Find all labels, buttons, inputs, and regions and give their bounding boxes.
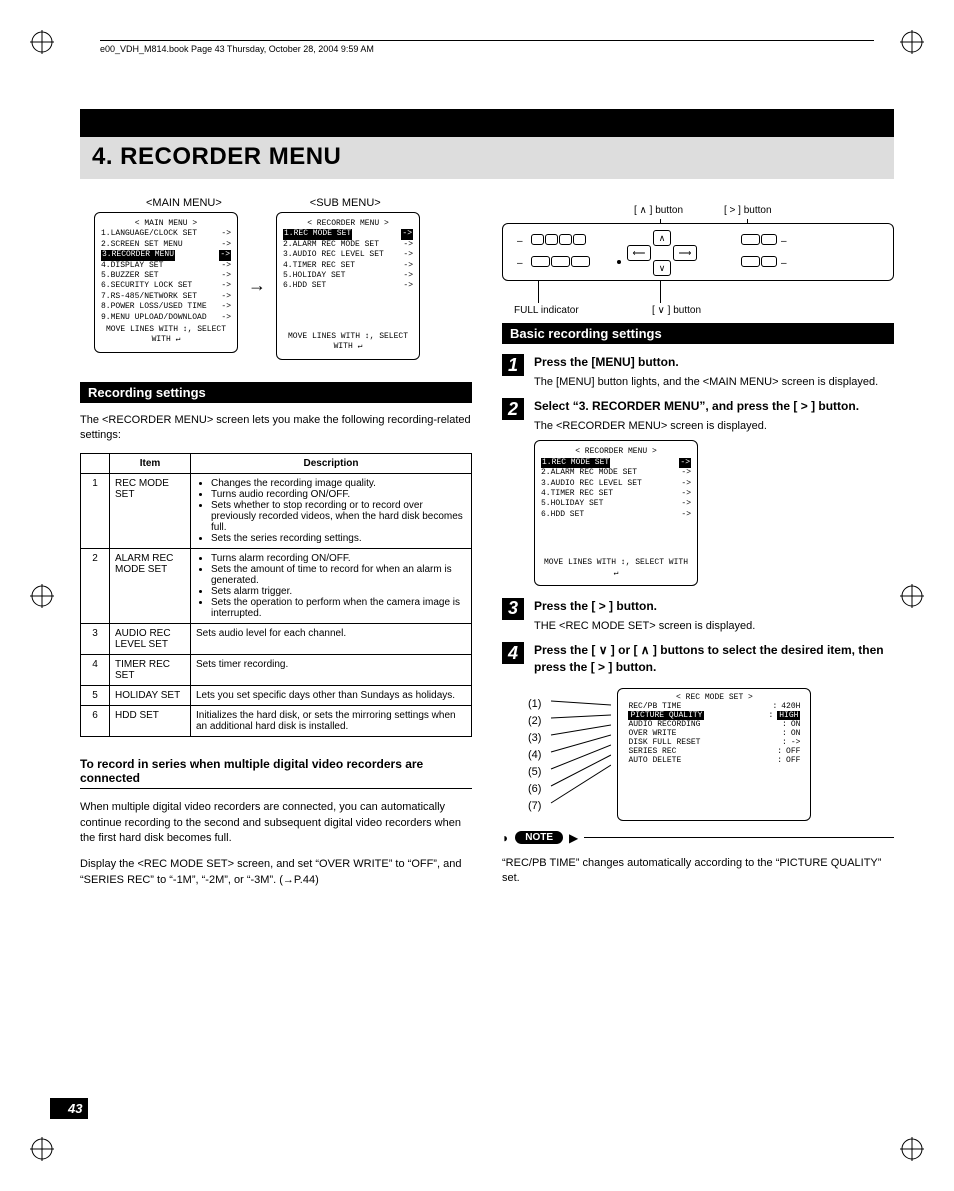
page-number: 43 (50, 1098, 88, 1119)
main-menu-label: <MAIN MENU> (146, 197, 222, 209)
up-button-label: [ ∧ ] button (634, 205, 683, 216)
step-body-text: THE <REC MODE SET> screen is displayed. (534, 619, 894, 634)
rec-mode-row: REC/PB TIME:420H (624, 702, 804, 711)
menu-footer: MOVE LINES WITH ↕, SELECT WITH ↵ (283, 332, 413, 353)
main-menu-box: < MAIN MENU > 1.LANGUAGE/CLOCK SET->2.SC… (94, 212, 238, 353)
section-header: Basic recording settings (502, 323, 894, 344)
step: 4 Press the [ ∨ ] or [ ∧ ] buttons to sel… (502, 642, 894, 680)
menu-item: 1.LANGUAGE/CLOCK SET-> (101, 229, 231, 239)
note-right-caret-icon: ▶ (569, 831, 578, 845)
menu-item: 6.HDD SET-> (283, 281, 413, 291)
step-body-text: The <RECORDER MENU> screen is displayed. (534, 419, 894, 434)
up-button[interactable]: ∧ (653, 230, 671, 246)
rec-mode-row: PICTURE QUALITY:HIGH (624, 711, 804, 720)
table-row: 4TIMER REC SETSets timer recording. (81, 655, 472, 686)
callout-numbers: (1)(2)(3)(4)(5)(6)(7) (528, 688, 541, 821)
rec-mode-row: AUDIO RECORDING:ON (624, 720, 804, 729)
step-body-text: The [MENU] button lights, and the <MAIN … (534, 375, 894, 390)
crop-mark-icon (900, 584, 924, 608)
th-item: Item (110, 454, 191, 474)
step-number: 3 (502, 598, 524, 620)
crop-mark-icon (30, 30, 54, 54)
callout-lines-icon (547, 688, 611, 818)
full-indicator-label: FULL indicator (514, 305, 579, 316)
menu-item: 8.POWER LOSS/USED TIME-> (101, 302, 231, 312)
step-number: 1 (502, 354, 524, 376)
note-left-caret-icon: ◗ (502, 831, 509, 845)
header-strip: e00_VDH_M814.book Page 43 Thursday, Octo… (100, 40, 874, 54)
page-title: 4. RECORDER MENU (92, 143, 882, 171)
panel-diagram: – – ∧ ∨ ⟵ ⟶ – (502, 223, 894, 281)
crop-mark-icon (30, 584, 54, 608)
intro-text: The <RECORDER MENU> screen lets you make… (80, 413, 472, 444)
left-column: <MAIN MENU> <SUB MENU> < MAIN MENU > 1.L… (80, 197, 472, 899)
menu-item: 2.SCREEN SET MENU-> (101, 240, 231, 250)
para-1: When multiple digital video recorders ar… (80, 800, 472, 846)
step: 3 Press the [ > ] button. THE <REC MODE SE… (502, 598, 894, 634)
down-button[interactable]: ∨ (653, 260, 671, 276)
table-row: 6HDD SETInitializes the hard disk, or se… (81, 706, 472, 737)
right-button-label: [ > ] button (724, 205, 772, 216)
crop-mark-icon (900, 1137, 924, 1161)
menu-item: 4.DISPLAY SET-> (101, 261, 231, 271)
main-menu-title: < MAIN MENU > (101, 219, 231, 229)
arrow-right-icon: → (248, 275, 266, 296)
rec-mode-row: DISK FULL RESET:-> (624, 738, 804, 747)
table-row: 3AUDIO REC LEVEL SETSets audio level for… (81, 624, 472, 655)
down-button-label: [ ∨ ] button (652, 305, 701, 316)
menu-item: 5.HOLIDAY SET-> (283, 271, 413, 281)
crop-mark-icon (900, 30, 924, 54)
menu-item: 3.RECORDER MENU-> (101, 250, 231, 260)
menu-item: 3.AUDIO REC LEVEL SET-> (283, 250, 413, 260)
right-column: [ ∧ ] button [ > ] button – – (502, 197, 894, 899)
table-row: 2ALARM REC MODE SETTurns alarm recording… (81, 549, 472, 624)
rec-mode-title: < REC MODE SET > (624, 693, 804, 702)
menu-footer: MOVE LINES WITH ↕, SELECT WITH ↵ (101, 325, 231, 346)
section-header: Recording settings (80, 382, 472, 403)
sub-menu-title: < RECORDER MENU > (283, 219, 413, 229)
menu-item: 4.TIMER REC SET-> (283, 261, 413, 271)
subheading: To record in series when multiple digita… (80, 757, 472, 789)
menu-item: 1.REC MODE SET-> (283, 229, 413, 239)
rec-mode-row: SERIES REC:OFF (624, 747, 804, 756)
para-2: Display the <REC MODE SET> screen, and s… (80, 857, 472, 888)
note-text: “REC/PB TIME” changes automatically acco… (502, 856, 894, 887)
step-title: Select “3. RECORDER MENU”, and press the… (534, 398, 894, 415)
step-title: Press the [MENU] button. (534, 354, 894, 371)
table-row: 5HOLIDAY SETLets you set specific days o… (81, 686, 472, 706)
rec-mode-box: < REC MODE SET > REC/PB TIME:420HPICTURE… (617, 688, 811, 821)
step-number: 2 (502, 398, 524, 420)
sub-menu-box: < RECORDER MENU > 1.REC MODE SET->2.ALAR… (276, 212, 420, 360)
recorder-menu-box: < RECORDER MENU >1.REC MODE SET->2.ALARM… (534, 440, 698, 586)
menu-item: 6.SECURITY LOCK SET-> (101, 281, 231, 291)
th-blank (81, 454, 110, 474)
rec-mode-row: AUTO DELETE:OFF (624, 756, 804, 765)
left-button[interactable]: ⟵ (627, 245, 651, 261)
menu-item: 2.ALARM REC MODE SET-> (283, 240, 413, 250)
black-strip (80, 109, 894, 137)
step: 2 Select “3. RECORDER MENU”, and press th… (502, 398, 894, 590)
step: 1 Press the [MENU] button. The [MENU] butt… (502, 354, 894, 390)
crop-mark-icon (30, 1137, 54, 1161)
step-title: Press the [ ∨ ] or [ ∧ ] buttons to sele… (534, 642, 894, 676)
right-button[interactable]: ⟶ (673, 245, 697, 261)
page: e00_VDH_M814.book Page 43 Thursday, Octo… (0, 0, 954, 1191)
step-number: 4 (502, 642, 524, 664)
note-divider (584, 837, 894, 838)
header-text: e00_VDH_M814.book Page 43 Thursday, Octo… (100, 44, 374, 54)
menu-item: 5.BUZZER SET-> (101, 271, 231, 281)
menu-item: 9.MENU UPLOAD/DOWNLOAD-> (101, 313, 231, 323)
table-row: 1REC MODE SETChanges the recording image… (81, 474, 472, 549)
settings-table: Item Description 1REC MODE SETChanges th… (80, 453, 472, 737)
menu-item: 7.RS-485/NETWORK SET-> (101, 292, 231, 302)
step-title: Press the [ > ] button. (534, 598, 894, 615)
note-label: NOTE (515, 831, 563, 844)
title-band: 4. RECORDER MENU (80, 137, 894, 179)
rec-mode-row: OVER WRITE:ON (624, 729, 804, 738)
th-desc: Description (191, 454, 472, 474)
sub-menu-label: <SUB MENU> (310, 197, 381, 209)
